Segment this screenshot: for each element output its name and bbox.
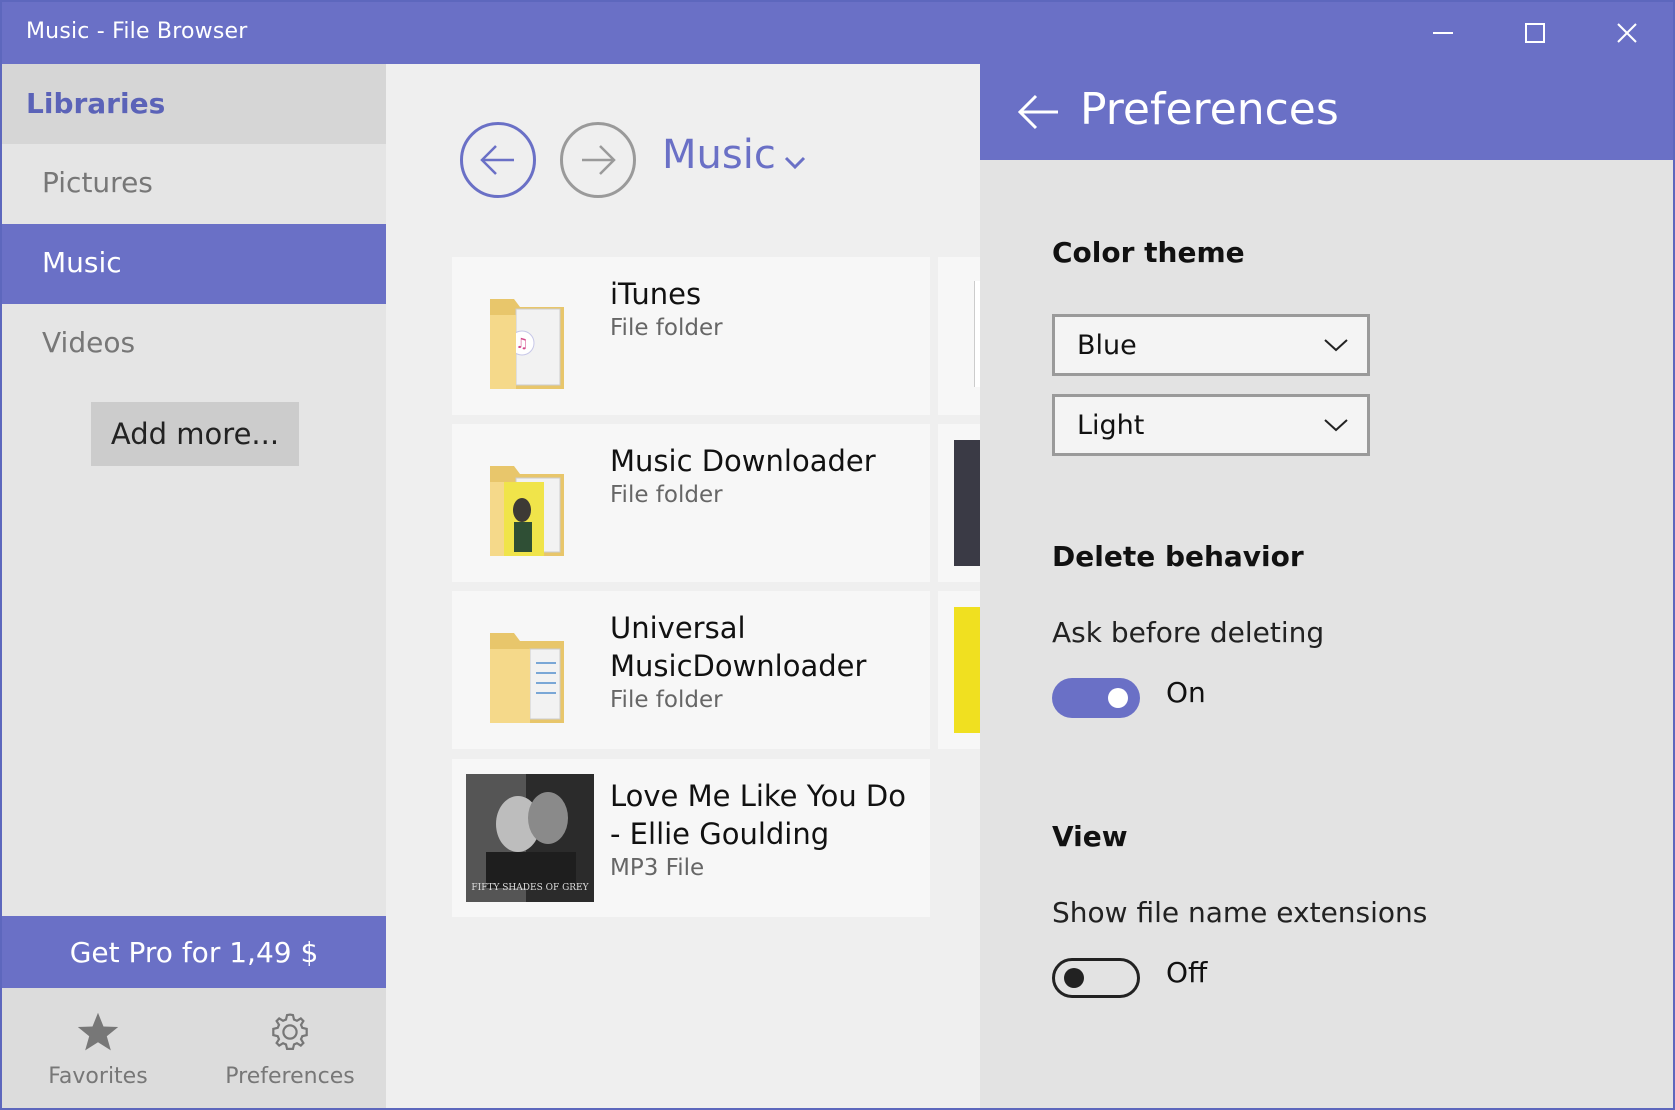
album-art-thumbnail: FIFTY SHADES OF GREY <box>466 774 594 902</box>
file-browser-pane: Music ♫ iTunes File folder Music Downloa… <box>386 64 980 1108</box>
file-name: Universal MusicDownloader <box>610 611 867 683</box>
color-theme-heading: Color theme <box>1052 236 1245 269</box>
dropdown-value: Blue <box>1077 330 1137 361</box>
preferences-title: Preferences <box>1080 84 1339 135</box>
preferences-header: Preferences <box>980 64 1673 160</box>
theme-mode-dropdown[interactable]: Light <box>1052 394 1370 456</box>
sidebar-item-music[interactable]: Music <box>2 224 386 304</box>
arrow-right-icon <box>582 145 616 175</box>
toggle-knob <box>1108 688 1128 708</box>
favorites-label: Favorites <box>48 1064 148 1089</box>
libraries-heading: Libraries <box>26 87 166 120</box>
preferences-panel: Preferences Color theme Blue Light Delet… <box>980 64 1673 1108</box>
view-heading: View <box>1052 820 1128 853</box>
sidebar-item-label: Videos <box>42 326 136 359</box>
accent-color-dropdown[interactable]: Blue <box>1052 314 1370 376</box>
album-art-caption: FIFTY SHADES OF GREY <box>471 883 589 893</box>
chevron-down-icon[interactable] <box>784 156 806 170</box>
sidebar-item-videos[interactable]: Videos <box>2 304 386 384</box>
svg-text:♫: ♫ <box>516 336 529 352</box>
toggle-knob <box>1064 968 1084 988</box>
favorites-button[interactable]: Favorites <box>2 988 194 1108</box>
star-icon <box>77 1012 119 1051</box>
file-type: MP3 File <box>610 855 705 881</box>
file-name: iTunes <box>610 277 702 311</box>
bottom-nav: Favorites Preferences <box>2 988 386 1108</box>
gear-icon <box>272 1013 308 1050</box>
close-button[interactable] <box>1581 2 1673 64</box>
file-tile-music-downloader[interactable]: Music Downloader File folder <box>452 424 930 582</box>
back-arrow-icon[interactable] <box>1016 90 1060 134</box>
file-tile-universal-musicdownloader[interactable]: Universal MusicDownloader File folder <box>452 591 930 749</box>
forward-button[interactable] <box>560 122 636 198</box>
file-name: Love Me Like You Do - Ellie Goulding <box>610 779 907 851</box>
sidebar-item-pictures[interactable]: Pictures <box>2 144 386 224</box>
file-tile-partial[interactable] <box>938 591 980 749</box>
maximize-icon <box>1525 23 1545 43</box>
dropdown-value: Light <box>1077 410 1145 441</box>
ask-before-deleting-label: Ask before deleting <box>1052 616 1325 649</box>
location-dropdown[interactable]: Music <box>662 132 776 178</box>
app-window: Music - File Browser Libraries Pictures … <box>2 2 1673 1108</box>
maximize-button[interactable] <box>1489 2 1581 64</box>
preferences-nav-button[interactable]: Preferences <box>194 988 386 1108</box>
get-pro-button[interactable]: Get Pro for 1,49 $ <box>2 916 386 988</box>
sidebar-item-label: Pictures <box>42 166 153 199</box>
sidebar-header: Libraries <box>2 64 386 144</box>
sidebar: Libraries Pictures Music Videos Add more… <box>2 64 386 1108</box>
file-tile-partial[interactable] <box>938 257 980 415</box>
chevron-down-icon <box>1324 419 1348 432</box>
chevron-down-icon <box>1324 339 1348 352</box>
file-tile-itunes[interactable]: ♫ iTunes File folder <box>452 257 930 415</box>
minimize-icon <box>1433 32 1453 34</box>
delete-behavior-heading: Delete behavior <box>1052 540 1304 573</box>
file-tile-love-me-like-you-do[interactable]: FIFTY SHADES OF GREY Love Me Like You Do… <box>452 759 930 917</box>
add-more-button[interactable]: Add more... <box>91 402 299 466</box>
close-icon <box>1617 23 1637 43</box>
arrow-left-icon <box>480 145 514 175</box>
minimize-button[interactable] <box>1397 2 1489 64</box>
folder-icon <box>490 633 564 723</box>
ask-before-deleting-state: On <box>1166 676 1206 709</box>
file-name: Music Downloader <box>610 444 876 478</box>
file-type: File folder <box>610 687 723 713</box>
folder-icon <box>490 466 564 556</box>
ask-before-deleting-toggle[interactable] <box>1052 678 1140 718</box>
file-type: File folder <box>610 315 723 341</box>
window-title: Music - File Browser <box>26 19 248 44</box>
file-tile-partial[interactable] <box>938 424 980 582</box>
show-extensions-label: Show file name extensions <box>1052 896 1428 929</box>
back-button[interactable] <box>460 122 536 198</box>
title-bar: Music - File Browser <box>2 2 1673 64</box>
file-type: File folder <box>610 482 723 508</box>
show-extensions-state: Off <box>1166 956 1208 989</box>
show-extensions-toggle[interactable] <box>1052 958 1140 998</box>
preferences-nav-label: Preferences <box>225 1064 355 1089</box>
sidebar-item-label: Music <box>42 246 122 279</box>
folder-icon: ♫ <box>490 299 564 389</box>
